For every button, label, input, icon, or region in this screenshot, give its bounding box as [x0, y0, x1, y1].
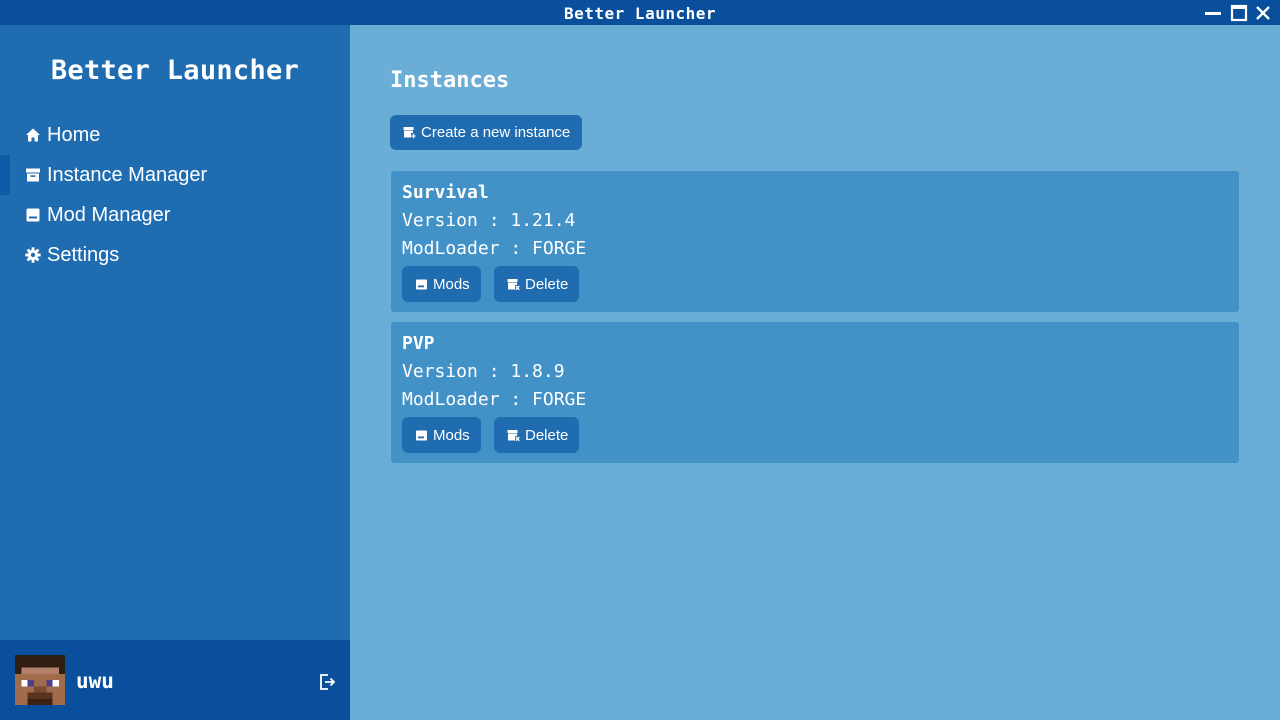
instance-version: Version : 1.8.9: [402, 361, 565, 382]
mods-button-label: Mods: [433, 275, 470, 293]
close-button[interactable]: [1251, 0, 1275, 25]
instance-modloader: ModLoader : FORGE: [402, 389, 587, 410]
instance-card: Survival Version : 1.21.4 ModLoader : FO…: [391, 171, 1239, 312]
box-icon: [415, 278, 428, 291]
window-title: Better Launcher: [564, 4, 716, 23]
mods-button[interactable]: Mods: [402, 266, 481, 302]
minimize-icon: [1205, 11, 1221, 15]
maximize-icon: [1230, 4, 1248, 21]
logout-icon[interactable]: [317, 672, 337, 692]
minimize-button[interactable]: [1201, 0, 1225, 25]
instance-name: PVP: [402, 333, 435, 354]
delete-button-label: Delete: [525, 426, 569, 444]
gear-icon: [25, 247, 41, 263]
box-icon: [415, 429, 428, 442]
add-box-icon: [403, 126, 416, 139]
delete-button[interactable]: Delete: [494, 266, 580, 302]
mods-button-label: Mods: [433, 426, 470, 444]
sidebar-item-label: Home: [47, 123, 101, 146]
archive-icon: [25, 167, 41, 183]
delete-button[interactable]: Delete: [494, 417, 580, 453]
user-bar: uwu: [0, 640, 350, 720]
sidebar-item-label: Mod Manager: [47, 203, 171, 226]
sidebar-item-mod-manager[interactable]: Mod Manager: [0, 195, 350, 235]
instance-modloader: ModLoader : FORGE: [402, 238, 587, 259]
instance-version: Version : 1.21.4: [402, 210, 576, 231]
box-icon: [25, 207, 41, 223]
avatar[interactable]: [15, 655, 65, 705]
close-icon: [1256, 5, 1270, 20]
create-instance-button[interactable]: Create a new instance: [390, 115, 583, 150]
sidebar-nav: Home Instance Manager Mod Manager Settin…: [0, 115, 350, 275]
sidebar-item-label: Settings: [47, 243, 120, 266]
create-instance-label: Create a new instance: [421, 124, 571, 141]
username: uwu: [76, 669, 114, 693]
app-brand: Better Launcher: [50, 55, 300, 86]
page-title: Instances: [390, 68, 510, 93]
main-content: Instances Create a new instance Survival…: [350, 25, 1280, 720]
sidebar-item-label: Instance Manager: [47, 163, 208, 186]
sidebar-item-home[interactable]: Home: [0, 115, 350, 155]
delete-box-icon: [507, 278, 520, 291]
title-bar: Better Launcher: [0, 0, 1280, 25]
sidebar-item-instance-manager[interactable]: Instance Manager: [0, 155, 350, 195]
sidebar: Better Launcher Home Instance Manager Mo…: [0, 25, 350, 720]
maximize-button[interactable]: [1227, 0, 1251, 25]
sidebar-item-settings[interactable]: Settings: [0, 235, 350, 275]
instance-card: PVP Version : 1.8.9 ModLoader : FORGE Mo…: [391, 322, 1239, 463]
mods-button[interactable]: Mods: [402, 417, 481, 453]
delete-button-label: Delete: [525, 275, 569, 293]
delete-box-icon: [507, 429, 520, 442]
instance-name: Survival: [402, 182, 489, 203]
home-icon: [25, 127, 41, 143]
